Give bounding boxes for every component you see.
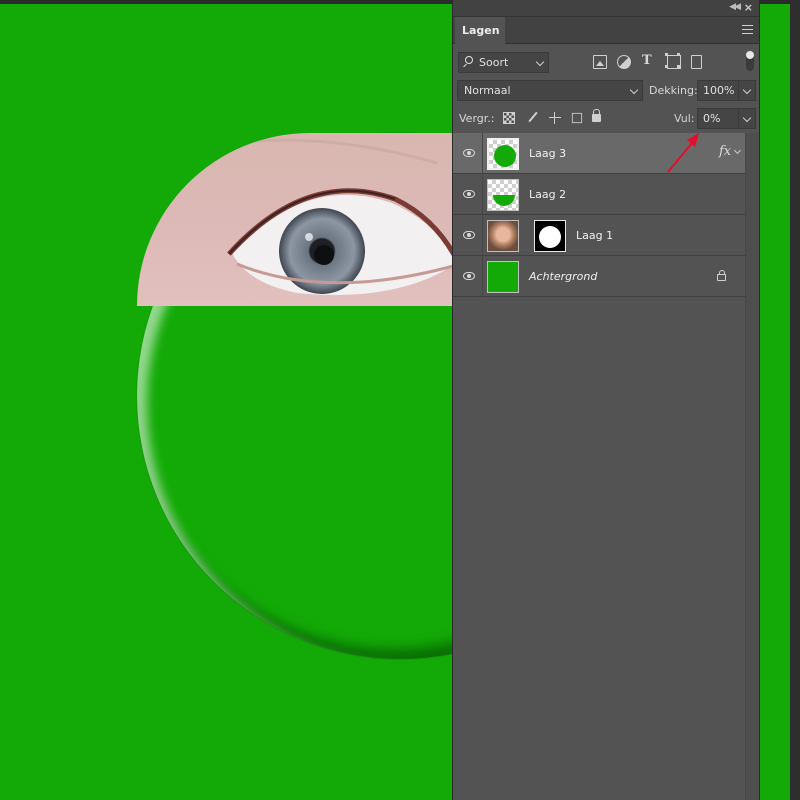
image-filter-icon[interactable] <box>593 55 607 69</box>
column-divider <box>482 133 483 174</box>
field-divider <box>738 81 739 100</box>
fill-label: Vul: <box>674 112 695 125</box>
lock-icon <box>717 270 726 281</box>
layer-row-laag-2[interactable]: Laag 2 <box>453 174 745 215</box>
canvas-right-edge <box>790 0 800 800</box>
lock-label: Vergr.: <box>459 112 495 125</box>
green-half-circle-thumbnail <box>493 195 515 206</box>
hamburger-menu-icon[interactable] <box>742 25 753 34</box>
layers-panel: ◀◀ × Lagen Soort T Normaal Dekking: 100%… <box>452 0 760 800</box>
visibility-eye-icon[interactable] <box>463 149 475 157</box>
chevron-down-icon <box>535 57 545 67</box>
layer-thumbnail[interactable] <box>487 179 519 211</box>
blend-mode-select[interactable]: Normaal <box>457 80 643 101</box>
visibility-eye-icon[interactable] <box>463 190 475 198</box>
fill-value: 0% <box>703 112 721 125</box>
green-circle-thumbnail <box>494 145 516 167</box>
adjustment-filter-icon[interactable] <box>617 55 631 69</box>
layer-name[interactable]: Laag 3 <box>529 147 566 160</box>
smart-object-filter-icon[interactable] <box>691 55 702 69</box>
tab-layers[interactable]: Lagen <box>455 17 505 45</box>
fill-field[interactable]: 0% <box>697 108 756 129</box>
white-circle-mask <box>539 226 561 248</box>
layer-row-laag-1[interactable]: Laag 1 <box>453 215 745 256</box>
visibility-eye-icon[interactable] <box>463 231 475 239</box>
layers-scrollbar[interactable] <box>745 133 759 800</box>
layer-name[interactable]: Achtergrond <box>529 270 597 283</box>
lock-artboard-icon[interactable] <box>571 112 583 124</box>
layer-mask-thumbnail[interactable] <box>534 220 566 252</box>
layer-name[interactable]: Laag 2 <box>529 188 566 201</box>
layer-row-achtergrond[interactable]: Achtergrond <box>453 256 745 297</box>
lock-image-pixels-brush-icon[interactable] <box>527 112 539 124</box>
field-divider <box>738 109 739 128</box>
lock-transparent-pixels-icon[interactable] <box>503 112 515 124</box>
lock-all-icon[interactable] <box>592 109 601 122</box>
face-photo-thumbnail[interactable] <box>487 220 519 252</box>
layer-row-laag-3[interactable]: Laag 3 fx <box>453 133 745 174</box>
green-background-thumbnail[interactable] <box>487 261 519 293</box>
chevron-down-icon[interactable] <box>742 113 752 123</box>
shape-filter-icon[interactable] <box>665 53 681 69</box>
close-icon[interactable]: × <box>744 1 753 14</box>
layer-name[interactable]: Laag 1 <box>576 229 613 242</box>
lock-position-move-icon[interactable] <box>549 112 561 124</box>
layer-effects-fx-icon[interactable]: fx <box>719 144 731 159</box>
filter-toggle-switch[interactable] <box>746 51 754 71</box>
blend-mode-value: Normaal <box>464 84 511 97</box>
type-filter-icon[interactable]: T <box>642 53 656 68</box>
visibility-eye-icon[interactable] <box>463 272 475 280</box>
panel-header-bar: ◀◀ × <box>453 0 759 17</box>
column-divider <box>482 215 483 256</box>
opacity-value: 100% <box>703 84 735 97</box>
chevron-down-icon[interactable] <box>733 146 742 155</box>
filter-kind-label: Soort <box>479 56 509 69</box>
column-divider <box>482 256 483 297</box>
layer-thumbnail[interactable] <box>487 138 519 170</box>
opacity-label: Dekking: <box>649 84 698 97</box>
layers-list: Laag 3 fx Laag 2 Laag 1 Achtergrond <box>453 133 745 297</box>
filter-kind-select[interactable]: Soort <box>458 52 549 73</box>
opacity-field[interactable]: 100% <box>697 80 756 101</box>
panel-tab-bar: Lagen <box>453 17 759 45</box>
double-chevron-left-icon[interactable]: ◀◀ <box>729 2 741 12</box>
search-icon <box>465 56 473 64</box>
column-divider <box>482 174 483 215</box>
chevron-down-icon[interactable] <box>742 85 752 95</box>
chevron-down-icon <box>629 85 639 95</box>
